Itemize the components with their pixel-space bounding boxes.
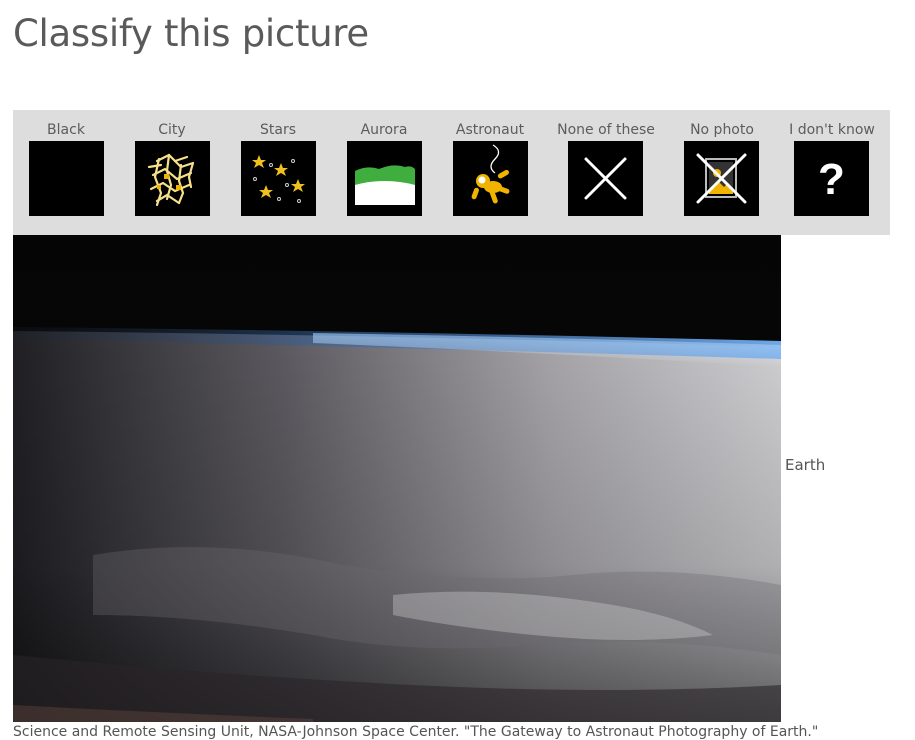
choice-city[interactable]: City	[122, 110, 222, 235]
choice-label: No photo	[690, 122, 754, 138]
choice-label: City	[158, 122, 186, 138]
no-photo-icon[interactable]	[684, 141, 759, 216]
question-mark-icon[interactable]: ?	[794, 141, 869, 216]
earth-photo	[13, 235, 781, 722]
choice-label: None of these	[557, 122, 655, 138]
choice-i-dont-know[interactable]: I don't know ?	[782, 110, 882, 235]
x-mark-icon[interactable]	[568, 141, 643, 216]
choice-stars[interactable]: Stars	[228, 110, 328, 235]
choice-label: Aurora	[360, 122, 408, 138]
choice-black[interactable]: Black	[16, 110, 116, 235]
city-lights-icon[interactable]	[135, 141, 210, 216]
photo-label: Earth	[785, 456, 826, 474]
page-title: Classify this picture	[13, 12, 369, 55]
choice-no-photo[interactable]: No photo	[672, 110, 772, 235]
choice-label: Stars	[259, 122, 296, 138]
choice-label: Black	[47, 122, 85, 138]
photo-credit: Science and Remote Sensing Unit, NASA-Jo…	[13, 724, 819, 740]
black-square-icon[interactable]	[29, 141, 104, 216]
svg-text:?: ?	[818, 155, 845, 204]
choice-label: Astronaut	[455, 122, 525, 138]
choice-label: I don't know	[789, 122, 875, 138]
choice-aurora[interactable]: Aurora	[334, 110, 434, 235]
classification-choices: Black City Stars Aurora Astronaut None o…	[13, 110, 890, 235]
astronaut-icon[interactable]	[453, 141, 528, 216]
choice-astronaut[interactable]: Astronaut	[440, 110, 540, 235]
choice-none-of-these[interactable]: None of these	[556, 110, 656, 235]
aurora-icon[interactable]	[347, 141, 422, 216]
stars-icon[interactable]	[241, 141, 316, 216]
